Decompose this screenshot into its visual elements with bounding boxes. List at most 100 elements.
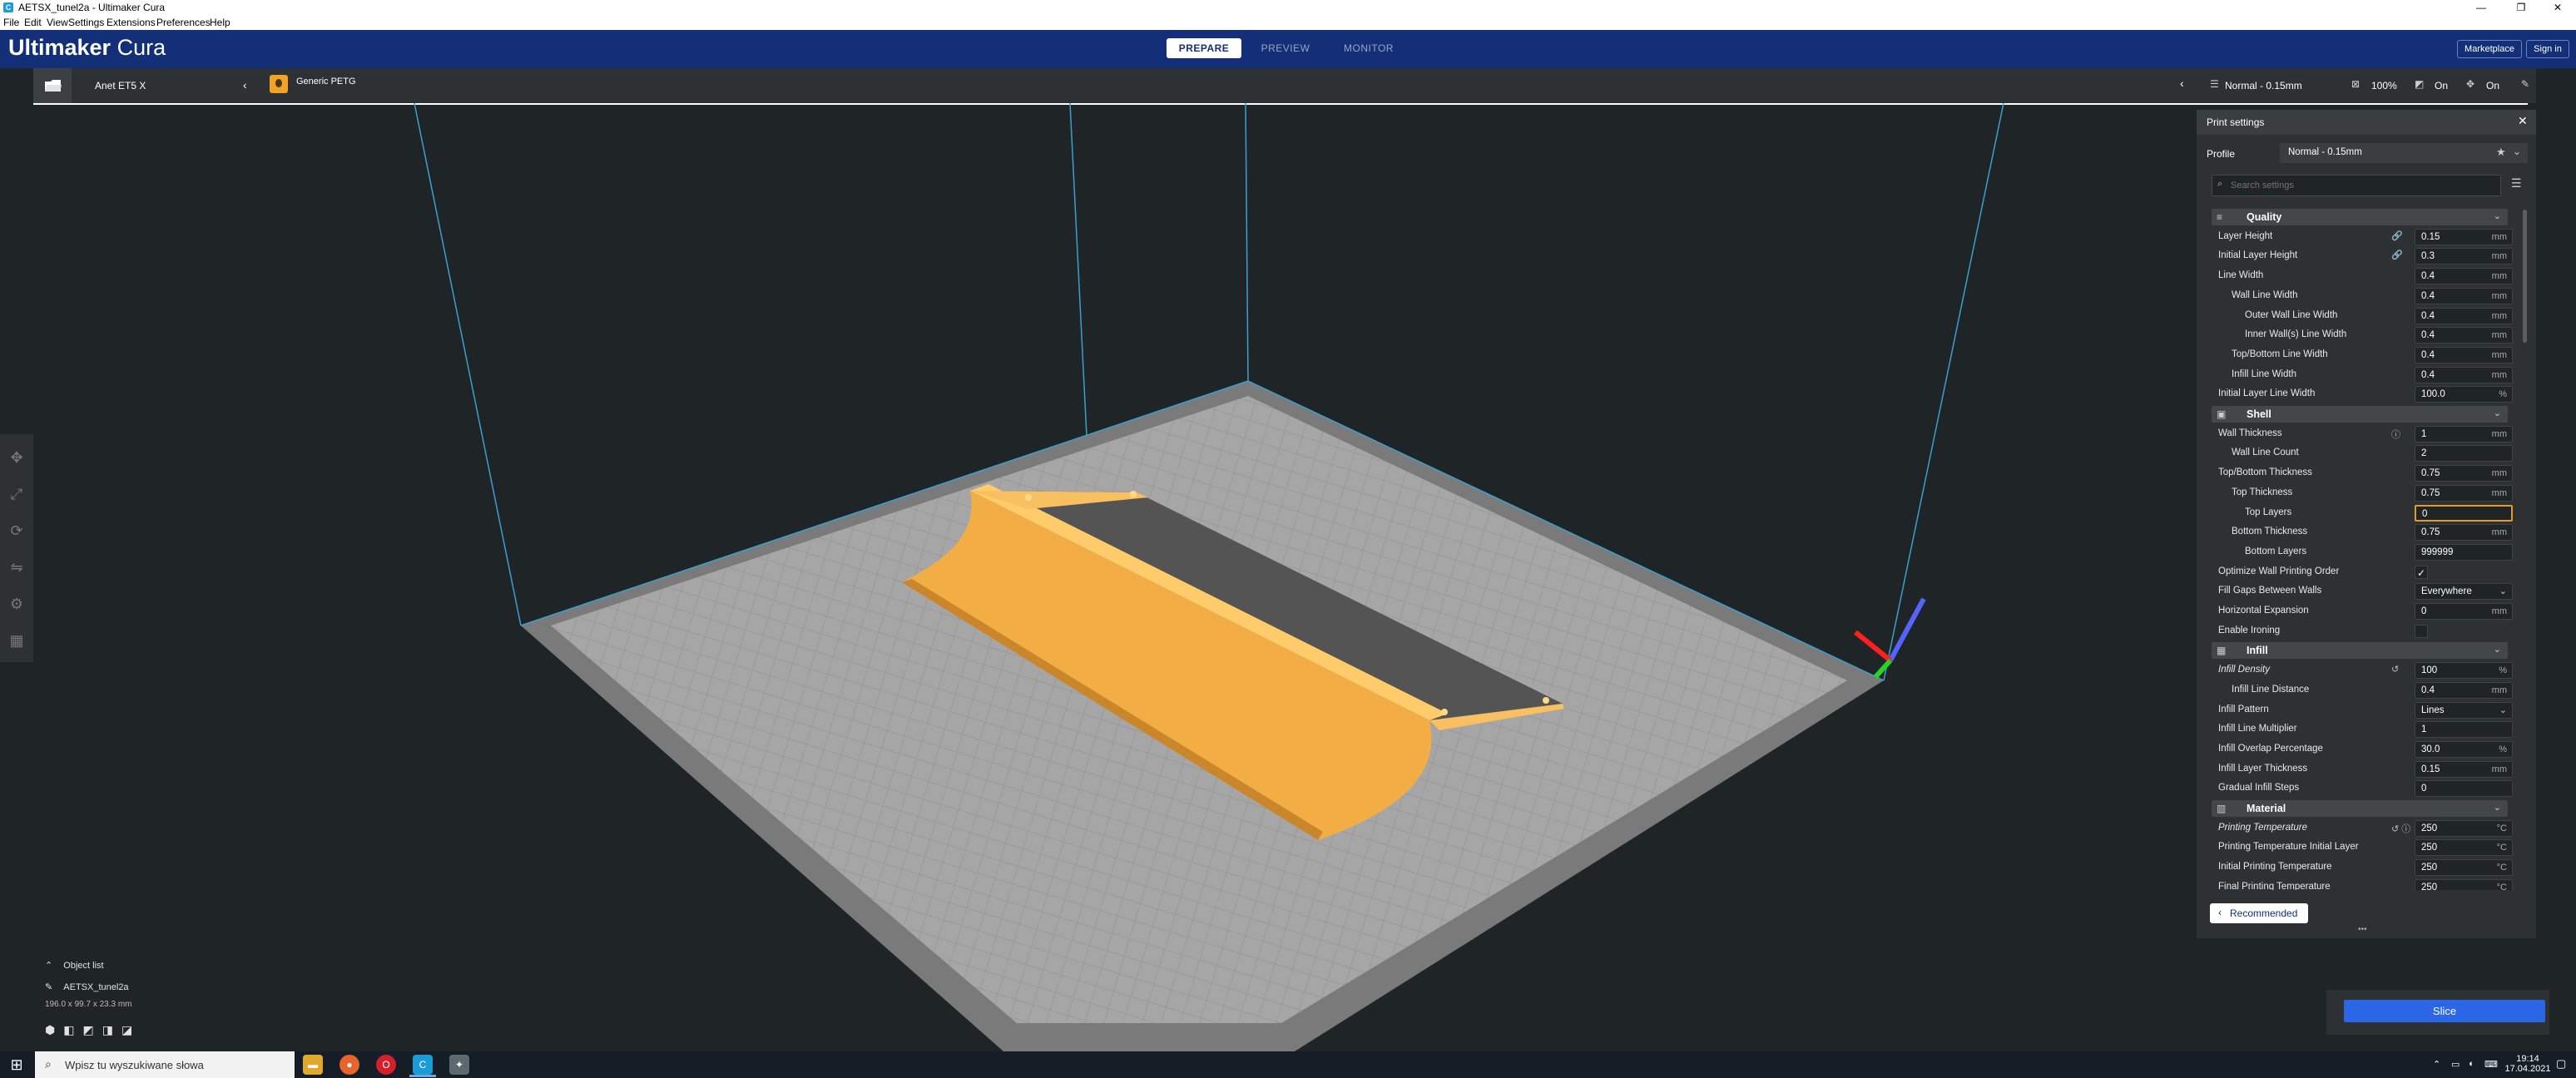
- settings-menu-icon[interactable]: ☰: [2511, 176, 2522, 190]
- setting-value-input[interactable]: 0.15 mm: [2415, 760, 2513, 778]
- setting-value-input[interactable]: 0.4 mm: [2415, 307, 2513, 324]
- setting-value-input[interactable]: 0.75 mm: [2415, 524, 2513, 541]
- 3d-view-icon[interactable]: ⬢: [45, 1023, 63, 1036]
- setting-value-input[interactable]: 999999: [2415, 543, 2513, 561]
- close-icon[interactable]: ✕: [2518, 114, 2528, 128]
- chevron-up-icon: ⌃: [45, 961, 53, 971]
- object-name-row[interactable]: ✎ AETSX_tunel2a: [45, 982, 129, 992]
- search-input[interactable]: [2229, 178, 2499, 193]
- close-button[interactable]: ✕: [2539, 1, 2576, 14]
- setting-value-input[interactable]: 0.4 mm: [2415, 327, 2513, 344]
- settings-scrollbar[interactable]: [2523, 210, 2527, 343]
- setting-value-input[interactable]: 0 mm: [2415, 603, 2513, 620]
- setting-value-input[interactable]: 100.0%: [2415, 386, 2513, 403]
- setting-value-input[interactable]: 1 mm: [2415, 425, 2513, 443]
- setting-value-input[interactable]: 0: [2415, 780, 2513, 798]
- support-blocker-icon[interactable]: ▦: [5, 629, 28, 652]
- category-quality[interactable]: ≡ Quality ⌄: [2212, 209, 2508, 225]
- pencil-icon[interactable]: ✎: [2521, 78, 2529, 90]
- setting-value-input[interactable]: 0: [2415, 504, 2513, 522]
- setting-value-select[interactable]: Lines ⌄: [2415, 701, 2513, 719]
- category-shell[interactable]: ▣ Shell ⌄: [2212, 406, 2508, 423]
- tab-preview[interactable]: PREVIEW: [1248, 38, 1323, 58]
- setting-value-input[interactable]: 0.4 mm: [2415, 346, 2513, 363]
- opera-icon[interactable]: O: [376, 1055, 396, 1075]
- taskbar-search[interactable]: ⌕ Wpisz tu wyszukiwane słowa: [35, 1051, 295, 1078]
- top-view-icon[interactable]: ◩: [82, 1023, 102, 1036]
- setting-value-input[interactable]: 250 °C: [2415, 859, 2513, 877]
- firefox-icon[interactable]: ●: [339, 1055, 359, 1075]
- scale-tool-icon[interactable]: ⤢: [5, 482, 28, 506]
- file-explorer-icon[interactable]: ▬: [303, 1055, 323, 1075]
- menu-settings[interactable]: Settings: [68, 17, 104, 28]
- setting-value-input[interactable]: 2: [2415, 445, 2513, 462]
- resize-handle[interactable]: •••: [2358, 925, 2367, 934]
- setting-value-input[interactable]: 0.4 mm: [2415, 366, 2513, 383]
- move-tool-icon[interactable]: ✥: [5, 446, 28, 469]
- front-view-icon[interactable]: ◧: [63, 1023, 82, 1036]
- setting-state-icon[interactable]: 🔗: [2391, 230, 2403, 241]
- printer-selector[interactable]: Anet ET5 X: [95, 80, 146, 91]
- category-material[interactable]: ▥ Material ⌄: [2212, 800, 2508, 817]
- material-label[interactable]: Generic PETG: [296, 77, 356, 87]
- open-file-button[interactable]: [33, 68, 72, 103]
- rotate-tool-icon[interactable]: ⟳: [5, 519, 28, 542]
- setting-value-input[interactable]: 0.75 mm: [2415, 465, 2513, 482]
- minimize-button[interactable]: —: [2463, 1, 2499, 14]
- setting-state-icon[interactable]: 🔗: [2391, 250, 2403, 260]
- star-icon[interactable]: ★: [2496, 146, 2506, 159]
- search-settings-field[interactable]: ⌕: [2212, 175, 2501, 196]
- recommended-button[interactable]: ‹ Recommended: [2210, 903, 2308, 923]
- menu-edit[interactable]: Edit: [24, 17, 42, 28]
- menu-file[interactable]: File: [3, 17, 19, 28]
- setting-state-icon[interactable]: ⓘ: [2391, 428, 2400, 441]
- setting-value-input[interactable]: 0.15 mm: [2415, 228, 2513, 245]
- setting-state-icon[interactable]: ↺ ⓘ: [2391, 822, 2410, 835]
- setting-value-input[interactable]: 1: [2415, 721, 2513, 739]
- setting-value-select[interactable]: Everywhere ⌄: [2415, 583, 2513, 601]
- chevron-left-icon[interactable]: ‹: [243, 78, 247, 91]
- menu-extensions[interactable]: Extensions: [107, 17, 156, 28]
- volume-icon[interactable]: ◖: [2468, 1059, 2474, 1069]
- mirror-tool-icon[interactable]: ⇋: [5, 556, 28, 579]
- right-view-icon[interactable]: ◪: [121, 1023, 141, 1036]
- setting-value-input[interactable]: 0.4 mm: [2415, 287, 2513, 304]
- left-view-icon[interactable]: ◨: [102, 1023, 121, 1036]
- profile-dropdown[interactable]: Normal - 0.15mm ★ ⌄: [2280, 143, 2528, 163]
- setting-value-input[interactable]: 30.0%: [2415, 740, 2513, 758]
- print-setup-selector[interactable]: ☰ Normal - 0.15mm ⊠ 100% ◩ On ✥ On ✎: [2197, 68, 2536, 103]
- setting-value-input[interactable]: 0.4 mm: [2415, 268, 2513, 285]
- keyboard-icon[interactable]: ⌨: [2484, 1059, 2498, 1070]
- slice-button[interactable]: Slice: [2344, 1000, 2545, 1022]
- sign-in-button[interactable]: Sign in: [2526, 40, 2569, 58]
- setting-value-input[interactable]: 0.3 mm: [2415, 248, 2513, 265]
- windows-start-icon[interactable]: ⊞: [7, 1055, 27, 1075]
- notifications-icon[interactable]: ▢: [2556, 1057, 2566, 1071]
- setting-value-input[interactable]: 250 °C: [2415, 839, 2513, 857]
- tab-monitor[interactable]: MONITOR: [1331, 38, 1406, 58]
- cura-taskbar-icon[interactable]: C: [413, 1055, 433, 1075]
- menu-view[interactable]: View: [47, 17, 68, 28]
- setting-checkbox[interactable]: ✓: [2415, 565, 2428, 579]
- object-list-toggle[interactable]: ⌃ Object list: [45, 960, 104, 971]
- setting-value-input[interactable]: 100%: [2415, 662, 2513, 680]
- chevron-left-icon[interactable]: ‹: [2180, 77, 2184, 90]
- tab-prepare[interactable]: PREPARE: [1167, 38, 1241, 58]
- menu-help[interactable]: Help: [210, 17, 230, 28]
- network-icon[interactable]: ▭: [2451, 1059, 2460, 1070]
- maximize-button[interactable]: ❐: [2503, 1, 2539, 14]
- setting-value-input[interactable]: 250 °C: [2415, 819, 2513, 837]
- setting-value-input[interactable]: 250 °C: [2415, 878, 2513, 890]
- setting-state-icon[interactable]: ↺: [2391, 664, 2399, 675]
- setting-value-input[interactable]: 0.4 mm: [2415, 681, 2513, 699]
- menu-preferences[interactable]: Preferences: [156, 17, 211, 28]
- 3d-viewport[interactable]: [0, 103, 2576, 1051]
- setting-value-input[interactable]: 0.75 mm: [2415, 484, 2513, 502]
- marketplace-button[interactable]: Marketplace: [2457, 40, 2522, 58]
- taskbar-clock[interactable]: 19:14 17.04.2021: [2504, 1054, 2551, 1074]
- app-taskbar-icon[interactable]: ✦: [449, 1055, 469, 1075]
- tray-overflow-icon[interactable]: ⌃: [2433, 1059, 2440, 1070]
- category-infill[interactable]: ▦ Infill ⌄: [2212, 642, 2508, 660]
- per-model-settings-icon[interactable]: ⚙: [5, 592, 28, 616]
- setting-checkbox[interactable]: [2415, 624, 2428, 638]
